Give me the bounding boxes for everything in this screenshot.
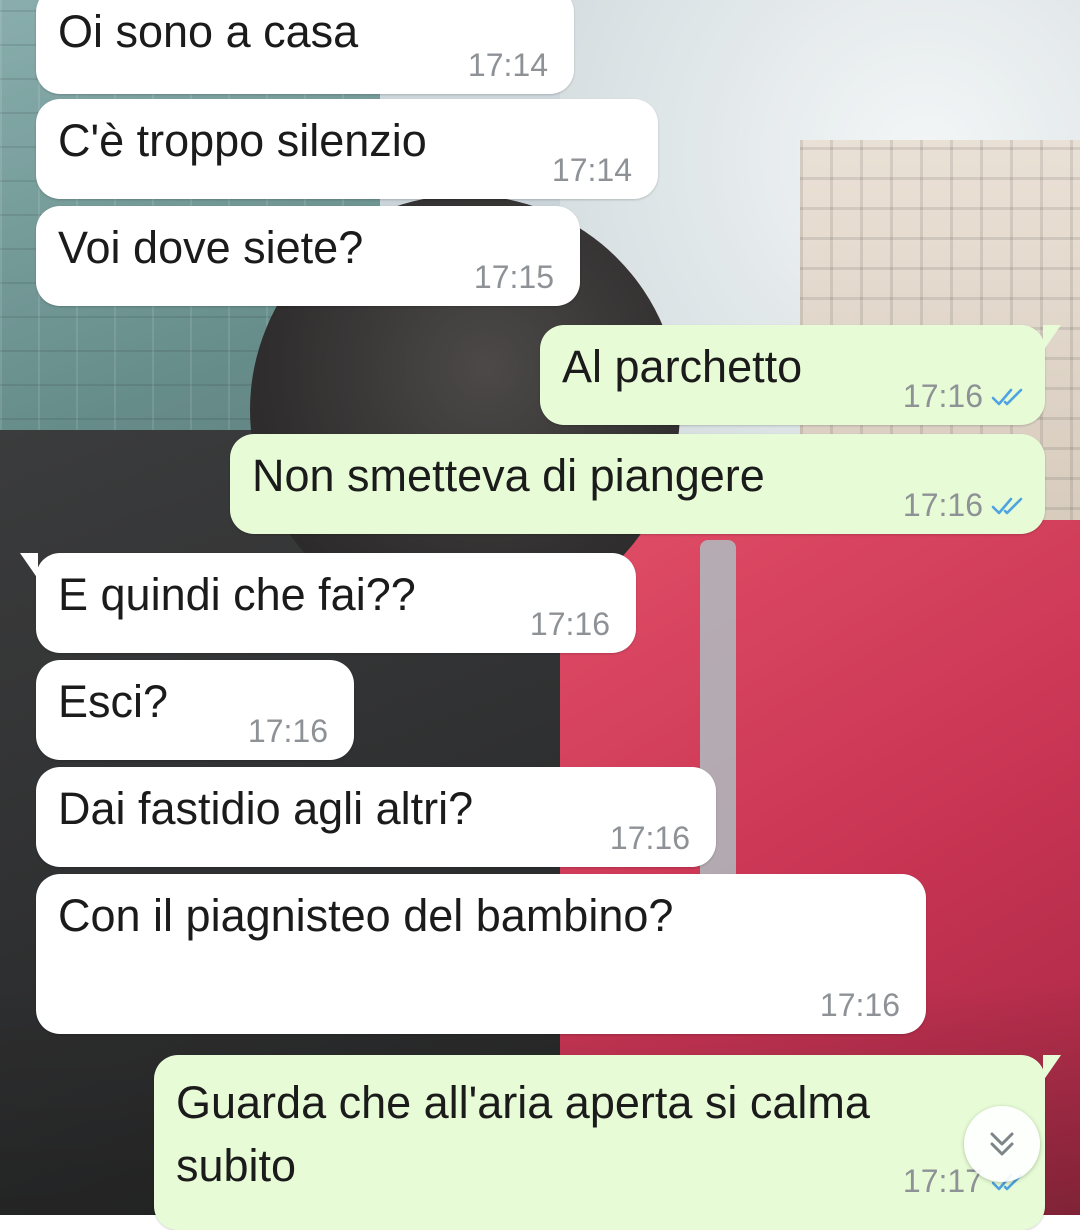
message-time-block: 17:16 [903, 378, 1025, 415]
message-time-block: 17:16 [610, 820, 690, 857]
scroll-to-bottom-button[interactable] [964, 1106, 1040, 1182]
message-time: 17:16 [902, 378, 983, 414]
incoming-message[interactable]: E quindi che fai?? 17:16 [20, 553, 636, 653]
message-time: 17:16 [902, 487, 983, 523]
incoming-message[interactable]: Esci? 17:16 [36, 660, 354, 760]
message-text: Oi sono a casa [58, 6, 359, 57]
message-text: Non smetteva di piangere [252, 450, 765, 501]
message-time: 17:14 [551, 152, 632, 188]
message-text: E quindi che fai?? [58, 569, 416, 620]
message-time-block: 17:14 [552, 152, 632, 189]
message-time: 17:17 [902, 1163, 983, 1199]
message-text: C'è troppo silenzio [58, 115, 427, 166]
outgoing-message[interactable]: Al parchetto 17:16 [540, 325, 1061, 425]
message-time-block: 17:16 [903, 487, 1025, 524]
double-chevron-down-icon [990, 1132, 1014, 1156]
incoming-message[interactable]: C'è troppo silenzio 17:14 [36, 99, 658, 199]
message-text: Esci? [58, 676, 169, 727]
message-time: 17:16 [247, 713, 328, 749]
message-text: Con il piagnisteo del bambino? [58, 890, 674, 941]
message-text: Al parchetto [562, 341, 803, 392]
message-time-block: 17:15 [474, 259, 554, 296]
incoming-message[interactable]: Con il piagnisteo del bambino? 17:16 [36, 874, 926, 1034]
double-check-read-icon [991, 497, 1023, 514]
message-time-block: 17:16 [248, 713, 328, 750]
message-list[interactable]: Oi sono a casa 17:14 C'è troppo silenzio… [0, 0, 1080, 1230]
incoming-message[interactable]: Voi dove siete? 17:15 [36, 206, 580, 306]
message-time: 17:14 [467, 47, 548, 83]
message-time-block: 17:16 [820, 987, 900, 1024]
message-time: 17:16 [529, 606, 610, 642]
message-text: Voi dove siete? [58, 222, 364, 273]
message-time: 17:16 [609, 820, 690, 856]
message-time-block: 17:14 [468, 47, 548, 84]
message-text: Guarda che all'aria aperta si calma [176, 1077, 870, 1128]
message-time: 17:15 [473, 259, 554, 295]
outgoing-message[interactable]: Non smetteva di piangere 17:16 [230, 434, 1045, 534]
incoming-message[interactable]: Dai fastidio agli altri? 17:16 [36, 767, 716, 867]
outgoing-message[interactable]: Guarda che all'aria aperta si calma subi… [154, 1055, 1061, 1230]
message-time: 17:16 [819, 987, 900, 1023]
incoming-message[interactable]: Oi sono a casa 17:14 [36, 0, 574, 94]
message-text-line-2: subito [176, 1140, 297, 1191]
message-time-block: 17:16 [530, 606, 610, 643]
message-text: Dai fastidio agli altri? [58, 783, 474, 834]
double-check-read-icon [991, 388, 1023, 405]
